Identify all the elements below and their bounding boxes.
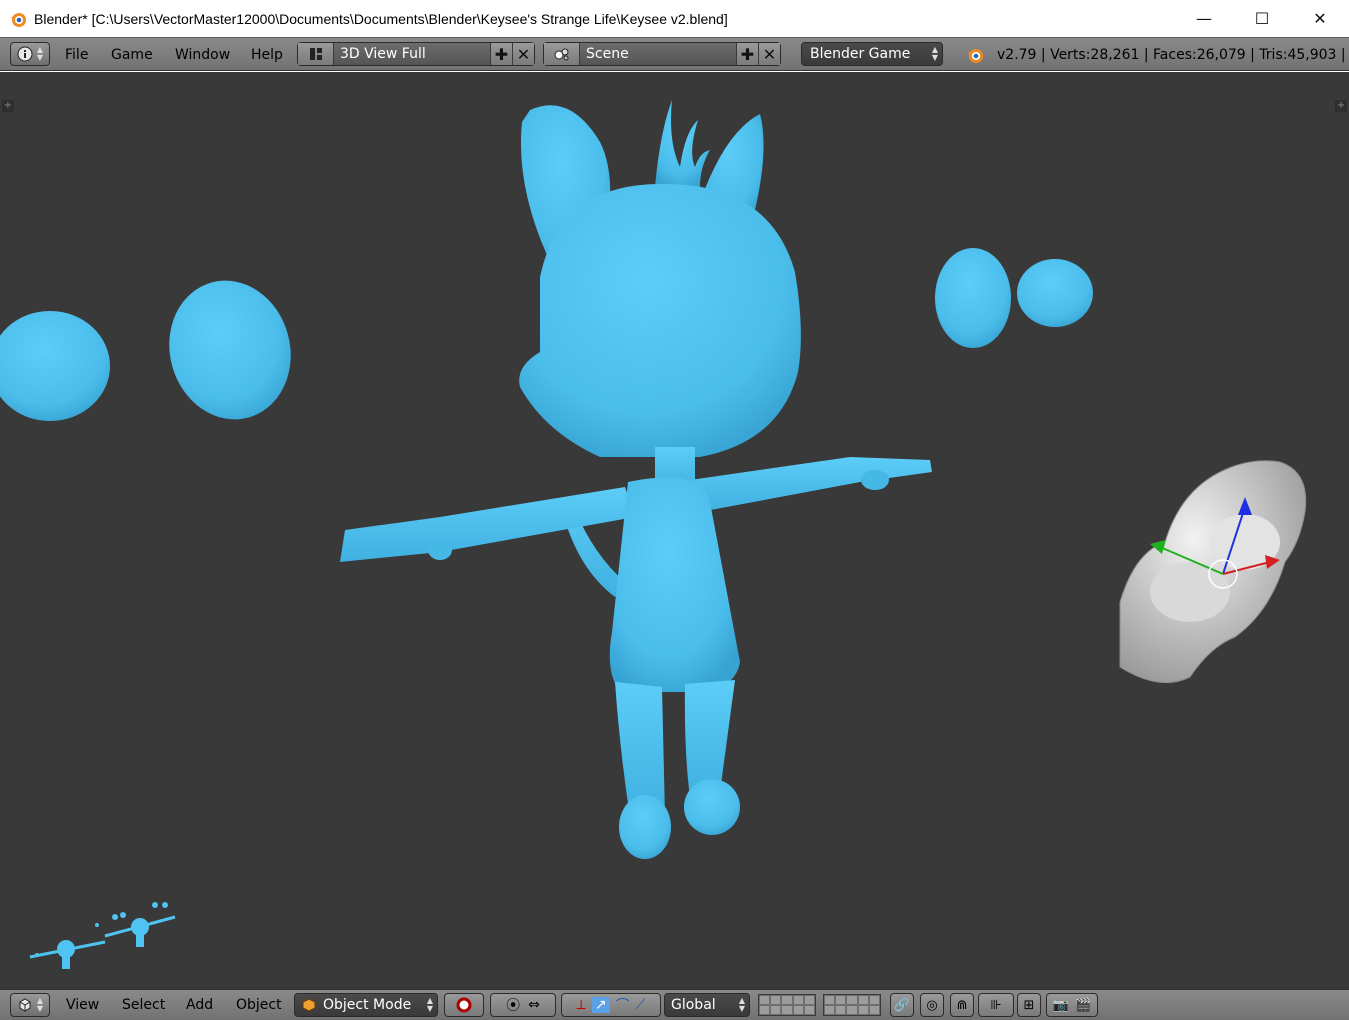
snap-target-icon[interactable]: ⊞	[1017, 993, 1041, 1017]
pivot-point-group[interactable]: ⦿ ⇔	[490, 993, 556, 1017]
screen-layout-field[interactable]: 3D View Full ✚ ✕	[297, 42, 535, 66]
interaction-mode-select[interactable]: Object Mode ▲ ▼	[294, 993, 438, 1017]
menu-file[interactable]: File	[65, 47, 88, 63]
3d-viewport[interactable]: + +	[0, 72, 1349, 989]
clapboard-animation-icon[interactable]: 🎬	[1075, 998, 1091, 1013]
interaction-mode-label: Object Mode	[323, 997, 412, 1013]
window-titlebar: Blender* [C:\Users\VectorMaster12000\Doc…	[0, 0, 1349, 37]
info-header: ▲ ▼ File Game Window Help 3D View Full ✚ …	[0, 37, 1349, 71]
window-controls: — ☐ ✕	[1175, 0, 1349, 37]
updown-arrows-icon: ▲ ▼	[36, 996, 44, 1013]
transform-orientation-select[interactable]: Global ▲ ▼	[664, 993, 750, 1017]
3d-view-header: ▲ ▼ View Select Add Object Object Mode ▲ ▼…	[0, 989, 1349, 1020]
distant-character-instances[interactable]	[29, 902, 176, 969]
camera-render-icon[interactable]: 📷	[1053, 998, 1069, 1013]
updown-arrows-icon: ▲ ▼	[426, 996, 433, 1013]
object-mode-cube-icon	[302, 998, 316, 1012]
transform-manipulator-group[interactable]: ⟂ ↗ ⌒ ⟋	[561, 993, 661, 1017]
window-title: Blender* [C:\Users\VectorMaster12000\Doc…	[34, 10, 728, 27]
add-screen-icon[interactable]: ✚	[490, 43, 512, 65]
delete-screen-icon[interactable]: ✕	[512, 43, 534, 65]
snap-element-select[interactable]: ⊪	[978, 993, 1014, 1017]
scale-icon[interactable]: ⟋	[636, 997, 646, 1013]
proportional-edit-icon[interactable]: ◎	[920, 993, 944, 1017]
pivot-point-icon[interactable]: ⦿	[506, 995, 520, 1015]
info-icon	[17, 46, 33, 62]
shading-sphere-icon	[456, 997, 472, 1013]
menu-view[interactable]: View	[66, 997, 99, 1013]
manipulator-toggle-icon[interactable]: ⇔	[528, 997, 540, 1013]
editor-type-selector[interactable]: ▲ ▼	[10, 42, 50, 66]
screen-layout-icon[interactable]	[298, 43, 334, 65]
render-engine-select[interactable]: Blender Game ▲ ▼	[801, 42, 943, 66]
menu-object[interactable]: Object	[236, 997, 282, 1013]
updown-arrows-icon: ▲ ▼	[738, 996, 745, 1013]
left-eye-spheres[interactable]	[0, 267, 306, 433]
editor-type-selector-3d[interactable]: ▲ ▼	[10, 993, 50, 1017]
translate-axis-icon[interactable]: ⟂	[577, 997, 586, 1013]
scene-stats: v2.79 | Verts:28,261 | Faces:26,079 | Tr…	[997, 47, 1349, 63]
transform-orientation-label: Global	[671, 997, 716, 1013]
layers-group-2[interactable]	[823, 994, 881, 1016]
add-scene-icon[interactable]: ✚	[736, 43, 758, 65]
selected-grey-object[interactable]	[1119, 460, 1307, 684]
rotate-icon[interactable]: ⌒	[616, 995, 630, 1015]
updown-arrows-icon: ▲ ▼	[36, 45, 44, 62]
cube-view-icon	[19, 998, 31, 1012]
blender-logo-icon	[966, 49, 983, 63]
translate-arrow-icon[interactable]: ↗	[591, 997, 610, 1013]
blender-logo-icon	[10, 12, 26, 27]
layers-group-1[interactable]	[758, 994, 816, 1016]
render-engine-label: Blender Game	[810, 46, 911, 62]
viewport-scene	[0, 100, 1307, 969]
character-model[interactable]	[340, 100, 932, 859]
menu-select[interactable]: Select	[122, 997, 165, 1013]
close-button[interactable]: ✕	[1291, 0, 1349, 37]
scene-field[interactable]: Scene ✚ ✕	[543, 42, 781, 66]
menu-game[interactable]: Game	[111, 47, 153, 63]
scene-icon[interactable]	[544, 43, 580, 65]
menu-window[interactable]: Window	[175, 47, 230, 63]
viewport-shading-select[interactable]	[444, 993, 484, 1017]
right-eye-spheres[interactable]	[935, 248, 1093, 348]
scene-name[interactable]: Scene	[580, 46, 736, 62]
render-buttons[interactable]: 📷 🎬	[1046, 993, 1098, 1017]
updown-arrows-icon: ▲ ▼	[931, 45, 938, 62]
menu-add[interactable]: Add	[186, 997, 213, 1013]
snap-magnet-icon[interactable]: ⋒	[950, 993, 974, 1017]
lock-layers-icon[interactable]: 🔗	[890, 993, 914, 1017]
delete-scene-icon[interactable]: ✕	[758, 43, 780, 65]
minimize-button[interactable]: —	[1175, 0, 1233, 37]
menu-help[interactable]: Help	[251, 47, 283, 63]
maximize-button[interactable]: ☐	[1233, 0, 1291, 37]
screen-layout-name[interactable]: 3D View Full	[334, 46, 490, 62]
